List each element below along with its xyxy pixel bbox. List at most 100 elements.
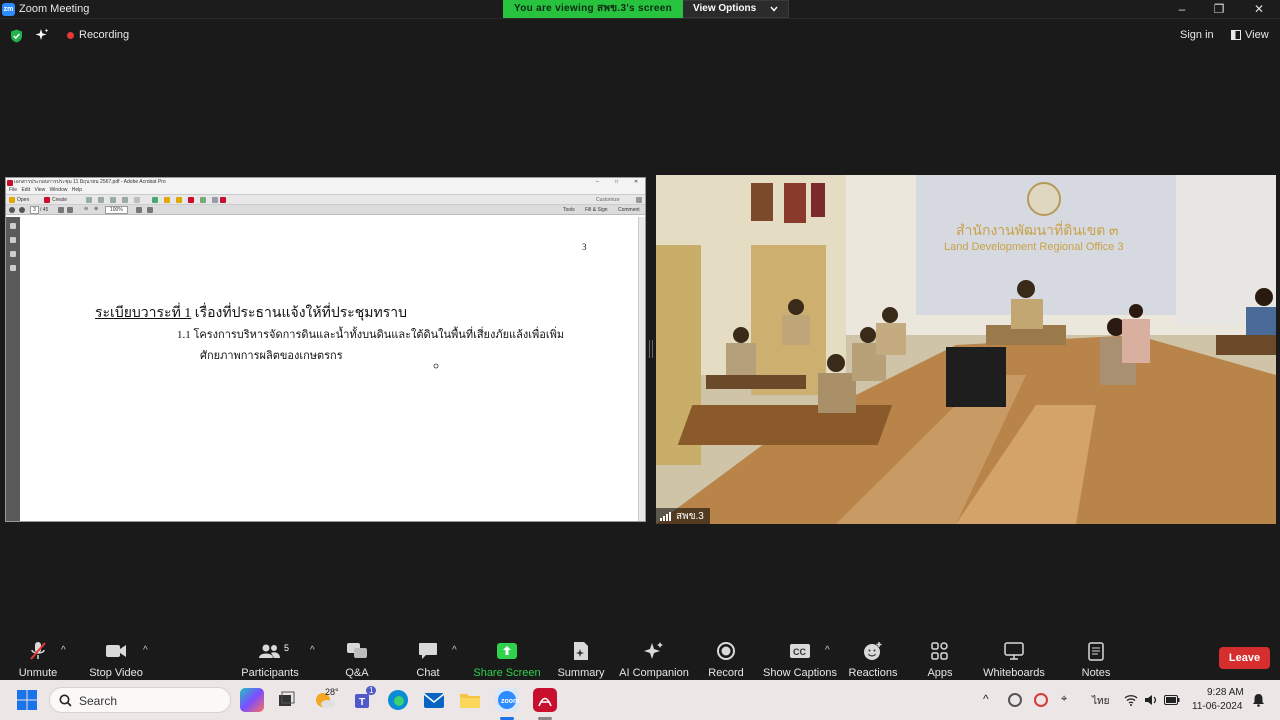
hand-cursor-icon (433, 363, 439, 369)
clock-date[interactable]: 11-06-2024 (1192, 701, 1242, 712)
audio-options-caret-icon[interactable]: ^ (61, 645, 66, 656)
share-icon[interactable] (200, 197, 206, 203)
open-folder-icon[interactable] (9, 197, 15, 203)
zoom-out-icon[interactable]: ⊖ (84, 206, 88, 212)
input-language-indicator[interactable]: ไทย (1092, 694, 1109, 709)
acrobat-toolbar: Open Create Customize (6, 194, 645, 205)
create-button[interactable]: Create (52, 197, 67, 203)
battery-icon[interactable] (1164, 695, 1180, 705)
windows-start-icon[interactable] (17, 690, 37, 710)
edit-icon[interactable] (122, 197, 128, 203)
recording-indicator[interactable]: Recording (79, 29, 129, 41)
export-icon[interactable] (220, 197, 226, 203)
bookmarks-icon[interactable] (10, 237, 16, 243)
shared-screen[interactable]: เอกสารประกอบการประชุม 11 มิถุนายน 2567.p… (5, 177, 646, 522)
minimize-button[interactable]: – (1163, 0, 1201, 19)
sign-icon[interactable] (188, 197, 194, 203)
zoom-level-input[interactable]: 100% (105, 206, 128, 214)
acrobat-app-icon (7, 180, 13, 186)
security-shield-icon[interactable] (10, 29, 23, 43)
tray-overflow-chevron-icon[interactable]: ^ (983, 692, 989, 706)
upload-icon[interactable] (134, 197, 140, 203)
office-sign-thai: สำนักงานพัฒนาที่ดินเขต ๓ (956, 221, 1118, 239)
settings-icon[interactable] (152, 197, 158, 203)
wifi-icon[interactable] (1124, 694, 1138, 706)
pdf-page[interactable]: 3 ระเบียบวาระที่ 1 เรื่องที่ประธานแจ้งให… (21, 217, 637, 521)
sign-in-link[interactable]: Sign in (1180, 29, 1214, 41)
select-tool-icon[interactable] (58, 207, 64, 213)
save-icon[interactable] (86, 197, 92, 203)
customize-dropdown[interactable]: Customize (596, 197, 620, 203)
expand-icon[interactable] (636, 197, 642, 203)
print-icon[interactable] (98, 197, 104, 203)
ai-companion-sparkle-icon (644, 642, 663, 659)
clock-time[interactable]: 9:28 AM (1207, 687, 1244, 698)
stamp-icon[interactable] (176, 197, 182, 203)
notes-label: Notes (1081, 667, 1111, 679)
attachments-icon[interactable] (10, 251, 16, 257)
read-mode-icon[interactable] (147, 207, 153, 213)
weather-temperature: 28° (325, 687, 339, 697)
reactions-smiley-icon (864, 642, 882, 660)
chat-caret-icon[interactable]: ^ (452, 645, 457, 656)
chat-bubble-icon (419, 643, 437, 659)
mail-icon[interactable] (422, 688, 446, 712)
window-title: Zoom Meeting (19, 3, 90, 15)
restore-button[interactable]: ❐ (1200, 0, 1238, 19)
signatures-icon[interactable] (10, 265, 16, 271)
edge-browser-icon[interactable] (386, 688, 410, 712)
microphone-muted-icon (30, 642, 46, 660)
sync-tray-icon[interactable] (1034, 693, 1048, 707)
windows-taskbar: Search 28° T 1 zoom ^ ⌖ ไทย 9:28 AM 11-0… (0, 680, 1280, 720)
leave-meeting-button[interactable]: Leave (1219, 647, 1270, 669)
pdf-scrollbar[interactable] (638, 217, 645, 521)
fill-sign-tab[interactable]: Fill & Sign (585, 207, 608, 213)
prev-page-icon[interactable] (9, 207, 15, 213)
volume-icon[interactable] (1144, 694, 1158, 706)
fit-page-icon[interactable] (136, 207, 142, 213)
video-options-caret-icon[interactable]: ^ (143, 645, 148, 656)
tools-tab[interactable]: Tools (563, 207, 575, 213)
email-icon[interactable] (110, 197, 116, 203)
view-options-button[interactable]: View Options (683, 0, 790, 18)
location-tray-icon[interactable]: ⌖ (1061, 693, 1067, 706)
comment-icon[interactable] (164, 197, 170, 203)
file-explorer-icon[interactable] (458, 688, 482, 712)
notes-button[interactable]: Notes (1051, 641, 1141, 679)
acrobat-close-icon[interactable]: ✕ (634, 178, 638, 187)
comment-tab[interactable]: Comment (618, 207, 640, 213)
taskbar-search-input[interactable]: Search (49, 687, 231, 713)
whiteboards-button[interactable]: Whiteboards (969, 641, 1059, 679)
hand-tool-icon[interactable] (67, 207, 73, 213)
copilot-icon[interactable] (240, 688, 264, 712)
thumbnails-icon[interactable] (10, 223, 16, 229)
acrobat-menubar[interactable]: File Edit View Window Help (6, 187, 645, 194)
open-button[interactable]: Open (17, 197, 29, 203)
agenda-number: ระเบียบวาระที่ 1 (95, 306, 192, 321)
attach-icon[interactable] (212, 197, 218, 203)
close-button[interactable]: ✕ (1240, 0, 1278, 19)
svg-text:CC: CC (793, 647, 806, 657)
zoom-logo-icon: zm (2, 3, 15, 16)
task-view-icon[interactable] (274, 688, 298, 712)
onedrive-tray-icon[interactable] (1008, 693, 1022, 707)
participants-button[interactable]: Participants (225, 641, 315, 679)
acrobat-restore-icon[interactable]: □ (615, 178, 618, 187)
split-view-handle[interactable] (649, 340, 653, 358)
participant-video[interactable]: สำนักงานพัฒนาที่ดินเขต ๓ Land Developmen… (656, 175, 1276, 524)
notification-bell-icon[interactable] (1252, 693, 1265, 707)
chat-button[interactable]: Chat (383, 641, 473, 679)
acrobat-minimize-icon[interactable]: – (596, 178, 599, 187)
create-pdf-icon[interactable] (44, 197, 50, 203)
zoom-in-icon[interactable]: ⊕ (94, 206, 98, 212)
ai-sparkle-icon[interactable] (35, 28, 49, 42)
next-page-icon[interactable] (19, 207, 25, 213)
view-menu-button[interactable]: View (1231, 29, 1269, 41)
adobe-acrobat-icon[interactable] (533, 688, 557, 712)
apps-grid-icon (931, 642, 948, 660)
participant-name: สพข.3 (676, 510, 704, 522)
zoom-taskbar-icon[interactable]: zoom (495, 688, 519, 712)
share-screen-icon (497, 643, 517, 659)
page-number-input[interactable]: 3 (30, 206, 39, 214)
whiteboard-icon (1004, 642, 1024, 660)
